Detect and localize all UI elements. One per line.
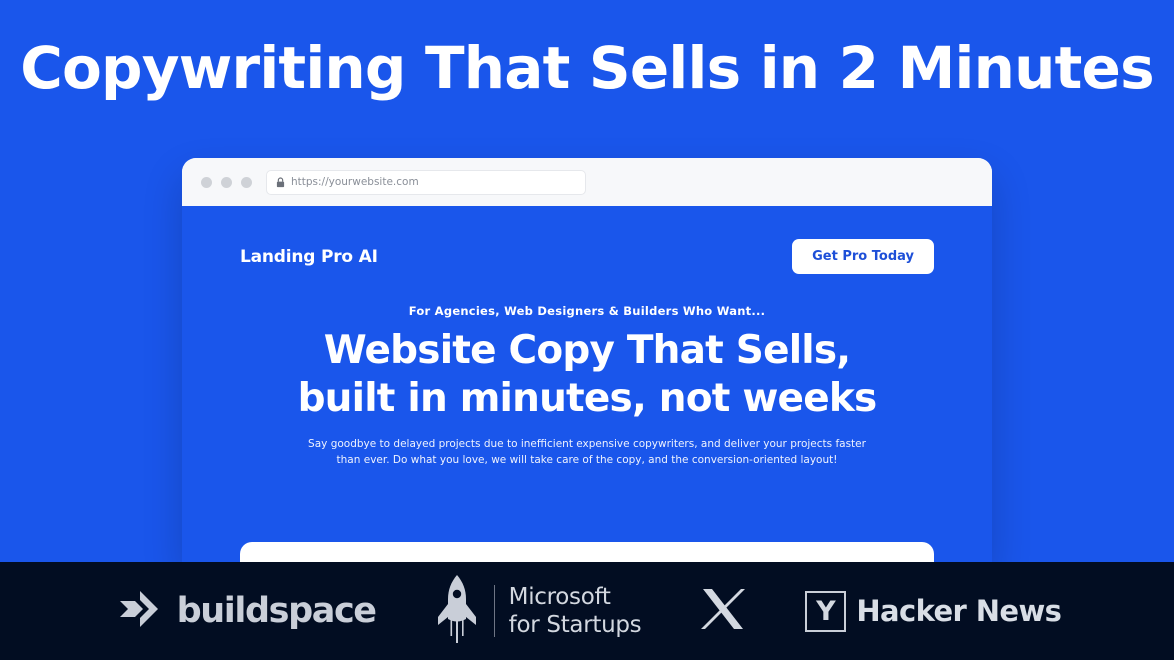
hero-headline-line-2: built in minutes, not weeks [297, 375, 878, 421]
window-maximize-dot-icon[interactable] [241, 176, 252, 188]
hero-content-card [240, 542, 934, 562]
buildspace-wordmark: buildspace [176, 590, 377, 631]
website-viewport: Landing Pro AI Get Pro Today For Agencie… [182, 206, 992, 562]
rocket-icon [434, 572, 480, 650]
logo-buildspace: buildspace [113, 584, 377, 638]
hacker-news-wordmark: Hacker News [856, 594, 1062, 628]
lock-icon [276, 176, 285, 188]
site-navbar: Landing Pro AI Get Pro Today [240, 206, 934, 274]
browser-mockup: https://yourwebsite.com Landing Pro AI G… [182, 158, 992, 562]
social-proof-logo-bar: buildspace Microsoft for Startups Y Hack… [0, 562, 1174, 660]
logo-microsoft-for-startups: Microsoft for Startups [434, 572, 642, 650]
browser-chrome: https://yourwebsite.com [182, 158, 992, 206]
address-bar-url: https://yourwebsite.com [291, 176, 419, 188]
buildspace-arrow-icon [113, 584, 163, 638]
page-title: Copywriting That Sells in 2 Minutes [20, 34, 1154, 102]
hacker-news-y-letter: Y [816, 595, 836, 627]
x-logo-icon [699, 585, 747, 637]
hero-eyebrow: For Agencies, Web Designers & Builders W… [408, 304, 766, 318]
hacker-news-y-badge-icon: Y [805, 590, 847, 632]
msfs-line-1: Microsoft [508, 583, 611, 610]
window-close-dot-icon[interactable] [201, 176, 212, 188]
hero-subcopy: Say goodbye to delayed projects due to i… [308, 438, 866, 467]
hero-headline-line-1: Website Copy That Sells, [323, 328, 851, 373]
hero-headline: Website Copy That Sells, built in minute… [240, 327, 934, 422]
msfs-line-2: for Startups [508, 612, 642, 638]
traffic-lights [201, 176, 252, 188]
address-bar[interactable]: https://yourwebsite.com [266, 169, 586, 195]
window-minimize-dot-icon[interactable] [221, 176, 232, 188]
site-brand-logo: Landing Pro AI [240, 246, 378, 267]
logo-hacker-news: Y Hacker News [805, 590, 1062, 632]
microsoft-for-startups-wordmark: Microsoft for Startups [509, 583, 642, 639]
logo-x [699, 585, 747, 637]
get-pro-today-button[interactable]: Get Pro Today [792, 239, 934, 274]
logo-divider [493, 585, 495, 637]
